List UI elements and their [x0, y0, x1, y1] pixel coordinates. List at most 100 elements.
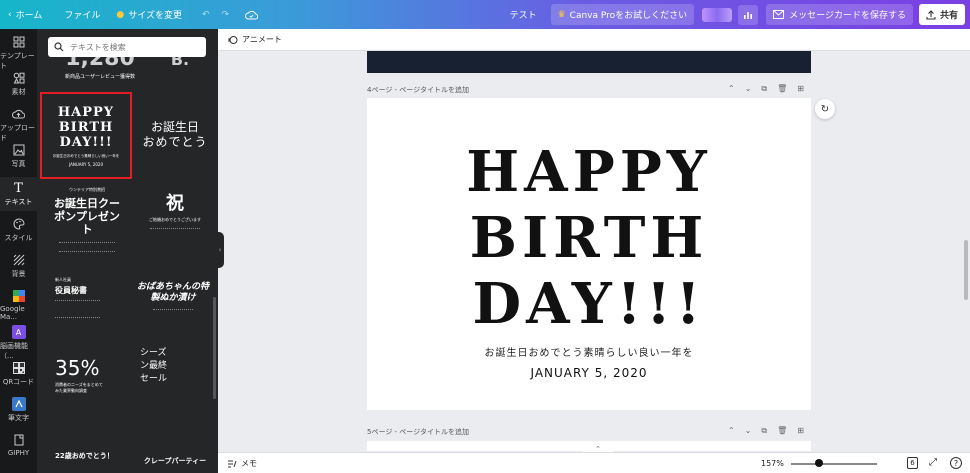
text-template-crepe[interactable]: クレープパーティー [135, 456, 215, 466]
rail-item-background[interactable]: 背景 [0, 253, 37, 279]
rail-item-font[interactable]: 筆文字 [0, 397, 37, 423]
text-template-percent[interactable]: 35% 消費者の二ーズをまとめてみた業界動向調査 [55, 357, 125, 394]
date-text[interactable]: JANUARY 5, 2020 [367, 366, 811, 380]
text-template-role[interactable]: 新人社員 役員秘書 [55, 277, 115, 318]
page-4-title[interactable]: 4ページ - ページタイトルを追加 [367, 85, 469, 95]
home-label: ホーム [15, 11, 43, 21]
animate-icon [228, 35, 238, 44]
crown-icon: ♛ [557, 9, 566, 20]
text-template-grandma[interactable]: おばあちゃんの特製ぬか漬け [137, 282, 209, 313]
trash-icon[interactable]: 🗑 [777, 84, 787, 94]
page-4-canvas[interactable]: HAPPY BIRTH DAY!!! お誕生日おめでとう素晴らしい良い一年を J… [367, 98, 811, 410]
canvas-scrollbar[interactable] [964, 240, 968, 300]
panel-scrollbar[interactable] [213, 297, 216, 399]
page-count-button[interactable]: 6 [907, 457, 918, 469]
add-page-icon[interactable]: ⊞ [797, 426, 804, 436]
tile-text: クレープパーティー [143, 457, 207, 465]
rail-item-template[interactable]: テンプレート [0, 35, 37, 71]
text-template-otanjoubi[interactable]: お誕生日 おめでとう [137, 120, 213, 150]
page-4-controls: ⌃ ⌄ ⧉ 🗑 ⊞ [728, 84, 804, 94]
tile-text: お誕生日おめでとう素晴らしい良い一年を [52, 154, 120, 158]
tile-text: ご結婚おめでとうございます [149, 217, 201, 222]
subtitle-text[interactable]: お誕生日おめでとう素晴らしい良い一年を [367, 344, 811, 359]
chevron-down-icon[interactable]: ⌄ [745, 426, 752, 436]
search-box[interactable] [48, 37, 206, 57]
text-template-iwai[interactable]: 祝 ご結婚おめでとうございます [137, 194, 213, 236]
rail-item-qr[interactable]: QRコード [0, 361, 37, 387]
save-card-button[interactable]: メッセージカードを保存する [766, 4, 913, 25]
rail-item-giphy[interactable]: GIPHY [0, 433, 37, 457]
undo-button[interactable]: ↶ [202, 10, 210, 20]
trash-icon[interactable]: 🗑 [777, 426, 787, 436]
refresh-icon: ↻ [820, 103, 830, 115]
tile-text: お誕生日 [150, 120, 199, 134]
collapse-panel-button[interactable]: ‹ [216, 232, 224, 268]
page-3-preview[interactable] [367, 51, 811, 73]
text-template-season-sale[interactable]: シーズン最終セール [140, 347, 170, 386]
duplicate-icon[interactable]: ⧉ [761, 84, 767, 94]
resize-button[interactable]: ● サイズを変更 [116, 8, 182, 22]
bottom-bar: メモ 157% 6 ⤢ ? [218, 452, 970, 473]
file-menu[interactable]: ファイル [64, 8, 100, 21]
home-button[interactable]: ‹ ホーム [8, 8, 43, 22]
text-template-coupon[interactable]: ウンテリア特別賞招 お誕生日クーポンプレゼント [47, 187, 127, 252]
text-template-22[interactable]: 22歳おめでとう！ [55, 451, 125, 461]
add-page-icon[interactable]: ⊞ [797, 84, 804, 94]
file-label: ファイル [64, 11, 101, 21]
headline-line-1[interactable]: HAPPY [367, 144, 811, 200]
notes-button[interactable]: メモ [227, 458, 257, 469]
canva-pro-button[interactable]: ♛ Canva Proをお試しください [550, 4, 695, 25]
rail-item-upload[interactable]: アップロード [0, 107, 37, 143]
rail-label: Google Ma... [0, 305, 25, 321]
redo-button[interactable]: ↷ [222, 10, 230, 20]
chevron-down-icon[interactable]: ⌄ [745, 84, 752, 94]
rail-label: スタイル [4, 234, 33, 242]
fullscreen-icon[interactable]: ⤢ [929, 457, 937, 468]
help-icon: ? [953, 458, 959, 468]
tile-text: お誕生日クーポンプレゼント [54, 197, 120, 236]
rail-item-ai[interactable]: A 脳画機能（... [0, 325, 37, 361]
headline-line-2[interactable]: BIRTH [367, 210, 811, 266]
brush-font-icon [11, 397, 26, 411]
duplicate-icon[interactable]: ⧉ [761, 426, 767, 436]
google-maps-icon [12, 289, 26, 303]
rail-label: アップロード [0, 124, 35, 142]
search-input[interactable] [70, 42, 200, 52]
rail-item-text[interactable]: T テキスト [0, 177, 37, 211]
upload-icon [926, 9, 936, 20]
zoom-level[interactable]: 157% [761, 459, 784, 468]
zoom-slider[interactable] [791, 463, 877, 465]
rail-label: 素材 [11, 88, 26, 96]
regenerate-button[interactable]: ↻ [815, 99, 835, 119]
rail-label: 背景 [11, 270, 26, 278]
page-5-title[interactable]: 5ページ - ページタイトルを追加 [367, 427, 469, 437]
share-button[interactable]: 共有 [918, 4, 965, 25]
headline-line-3[interactable]: DAY!!! [367, 276, 811, 332]
undo-icon: ↶ [201, 9, 210, 20]
rail-item-google-maps[interactable]: Google Ma... [0, 289, 37, 321]
chevron-up-icon[interactable]: ⌃ [728, 84, 735, 94]
document-title[interactable]: テスト [510, 8, 537, 21]
cloud-save-icon[interactable] [245, 10, 259, 20]
text-template-b[interactable]: B. [170, 57, 190, 67]
tile-text: 22歳おめでとう！ [55, 452, 114, 460]
zoom-slider-handle[interactable] [815, 459, 824, 467]
document-title-label: テスト [509, 11, 537, 21]
tile-lines [55, 300, 100, 318]
tile-lines [59, 242, 115, 252]
text-icon: T [14, 180, 23, 196]
avatar[interactable] [702, 7, 733, 22]
insights-button[interactable] [738, 4, 759, 25]
help-button[interactable]: ? [950, 457, 962, 469]
tile-text: おばあちゃんの特製ぬか漬け [137, 282, 210, 303]
tile-text: JANUARY 5, 2020 [68, 162, 103, 167]
text-template-review[interactable]: 1,280 新商品ユーザーレビュー獲得数 [55, 57, 145, 81]
rail-item-style[interactable]: スタイル [0, 217, 37, 243]
chevron-left-icon: ‹ [8, 9, 12, 20]
text-template-happy-birthday[interactable]: HAPPY BIRTH DAY!!! お誕生日おめでとう素晴らしい良い一年を J… [40, 92, 132, 179]
rail-item-photos[interactable]: 写真 [0, 143, 37, 169]
rail-item-elements[interactable]: 素材 [0, 71, 37, 97]
chevron-up-icon[interactable]: ⌃ [728, 426, 735, 436]
tile-text: 消費者の二ーズをまとめてみた業界動向調査 [55, 382, 103, 393]
animate-button[interactable]: アニメート [242, 34, 282, 45]
